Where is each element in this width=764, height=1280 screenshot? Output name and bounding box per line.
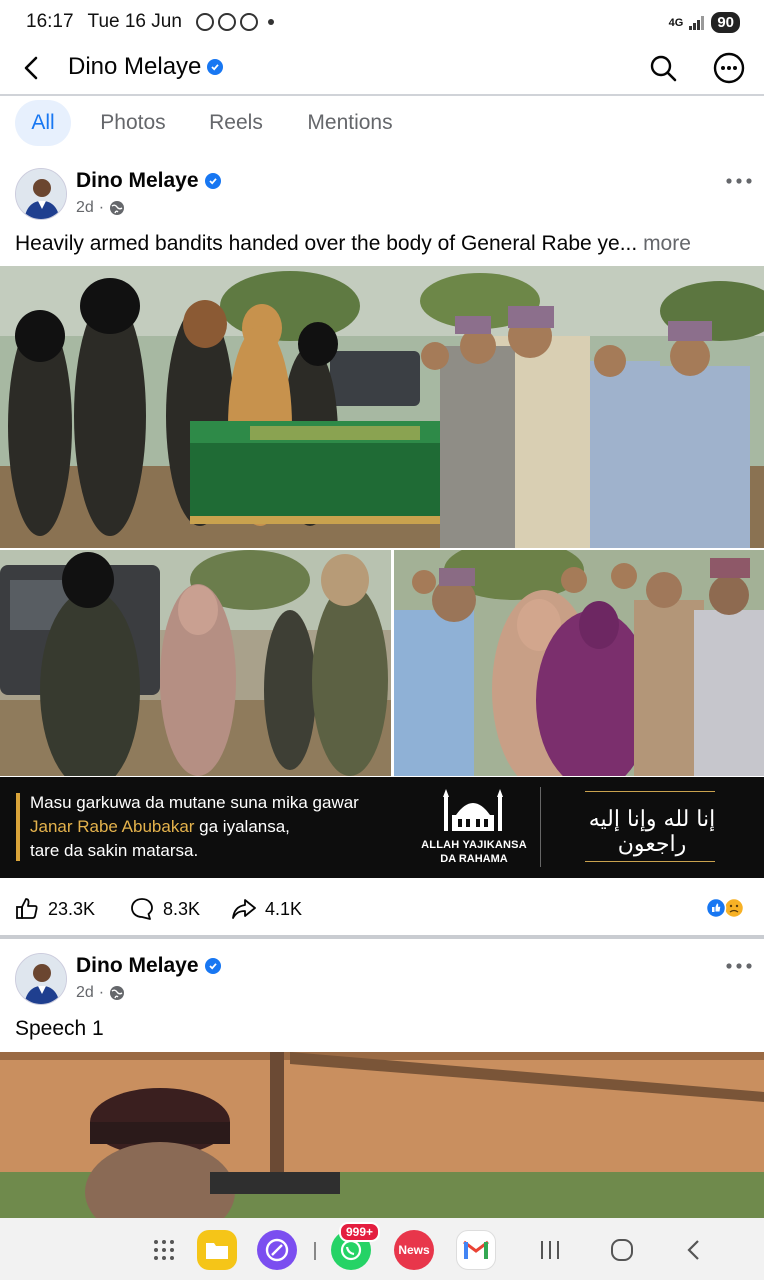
post-options-icon[interactable]: [724, 176, 754, 186]
files-app-icon[interactable]: [197, 1230, 237, 1270]
more-options-icon[interactable]: [713, 52, 745, 84]
news-app-label: News: [398, 1243, 430, 1257]
verified-badge-icon: [207, 59, 224, 75]
post-video[interactable]: [0, 1052, 764, 1218]
back-arrow-icon[interactable]: [18, 54, 46, 82]
comment-count: 8.3K: [163, 898, 201, 919]
network-type: 4G: [668, 16, 684, 29]
filter-tabs: All Photos Reels Mentions: [0, 96, 764, 154]
post-text: Speech 1: [15, 1017, 104, 1040]
chrome-notification-icon: [239, 13, 258, 31]
banner-ornament-top: [585, 791, 715, 794]
nav-divider: [314, 1242, 316, 1260]
news-app-icon[interactable]: News: [394, 1230, 434, 1270]
banner-accent-bar: [16, 793, 20, 861]
comment-button[interactable]: 8.3K: [129, 896, 200, 922]
post-photo-left[interactable]: [0, 550, 391, 776]
post-author[interactable]: Dino Melaye: [76, 169, 221, 193]
author-avatar[interactable]: [15, 953, 67, 1005]
whatsapp-business-notification-icon: [217, 13, 236, 31]
post-time[interactable]: 2d: [76, 199, 94, 217]
see-more-link[interactable]: more: [643, 232, 691, 255]
post-photo-right[interactable]: [394, 550, 764, 776]
comment-icon: [131, 898, 153, 920]
internet-browser-icon[interactable]: [257, 1230, 297, 1270]
post-caption: Heavily armed bandits handed over the bo…: [15, 232, 638, 255]
verified-badge-icon: [204, 173, 221, 189]
whatsapp-notification-icon: [195, 13, 214, 31]
banner-caption-1: ALLAH YAJIKANSA: [421, 839, 527, 851]
notification-icons: [195, 13, 274, 31]
like-count: 23.3K: [48, 898, 96, 919]
signal-icon: [689, 15, 705, 30]
system-nav-bar: 999+ News: [0, 1218, 764, 1280]
banner-arabic-text: إنا لله وإنا إليه راجعون: [588, 807, 716, 857]
like-button[interactable]: 23.3K: [14, 896, 95, 922]
verified-badge-icon: [204, 958, 221, 974]
share-icon: [232, 899, 256, 919]
banner-line-1: Masu garkuwa da mutane suna mika gawar: [30, 793, 359, 812]
share-button[interactable]: 4.1K: [231, 896, 302, 922]
tab-reels[interactable]: Reels: [200, 100, 272, 146]
banner-ornament-bottom: [585, 861, 715, 864]
post-options-icon[interactable]: [724, 961, 754, 971]
status-time: 16:17: [26, 11, 74, 32]
home-icon[interactable]: [610, 1238, 634, 1262]
back-nav-icon[interactable]: [684, 1238, 704, 1262]
post-header: Dino Melaye 2d ·: [0, 168, 764, 238]
banner-caption-2: DA RAHAMA: [440, 853, 508, 865]
post-header: Dino Melaye 2d ·: [0, 953, 764, 1023]
more-notifications-dot: [267, 19, 274, 25]
status-bar: 16:17 Tue 16 Jun 4G 90: [0, 0, 764, 44]
thumbs-up-icon: [16, 898, 38, 919]
page-top-bar: Dino Melaye: [0, 44, 764, 94]
tab-all[interactable]: All: [15, 100, 71, 146]
page-title: Dino Melaye: [68, 53, 224, 81]
post-author[interactable]: Dino Melaye: [76, 954, 221, 978]
banner-divider: [540, 787, 541, 867]
banner-line-2-rest: ga iyalansa,: [194, 817, 290, 836]
app-drawer-icon[interactable]: [152, 1238, 176, 1262]
post-separator: [0, 935, 764, 939]
whatsapp-badge: 999+: [339, 1222, 381, 1242]
post-meta: 2d ·: [76, 984, 125, 1002]
mosque-icon: [443, 789, 503, 831]
banner-line-2: Janar Rabe Abubakar ga iyalansa,: [30, 817, 290, 837]
status-right: 4G 90: [669, 12, 740, 33]
public-globe-icon: [110, 986, 125, 1000]
banner-highlight: Janar Rabe Abubakar: [30, 817, 195, 836]
post-text: Heavily armed bandits handed over the bo…: [15, 232, 691, 256]
battery-indicator: 90: [711, 12, 740, 33]
post-photo-main[interactable]: [0, 266, 764, 548]
tab-mentions[interactable]: Mentions: [296, 100, 404, 146]
gmail-app-icon[interactable]: [456, 1230, 496, 1270]
post-author-name[interactable]: Dino Melaye: [76, 169, 199, 193]
search-icon[interactable]: [648, 53, 678, 83]
post-meta: 2d ·: [76, 199, 125, 217]
author-avatar[interactable]: [15, 168, 67, 220]
status-date: Tue 16 Jun: [87, 11, 182, 32]
post-reactions-bar: 23.3K 8.3K 4.1K: [0, 880, 764, 936]
recent-apps-icon[interactable]: [538, 1239, 562, 1261]
reaction-emojis-icon[interactable]: [704, 897, 748, 919]
page-title-text: Dino Melaye: [68, 53, 202, 80]
banner-line-3: tare da sakin matarsa.: [30, 841, 199, 860]
tab-photos[interactable]: Photos: [90, 100, 176, 146]
post-banner: Masu garkuwa da mutane suna mika gawar J…: [0, 777, 764, 878]
share-count: 4.1K: [265, 898, 303, 919]
post-author-name[interactable]: Dino Melaye: [76, 954, 199, 978]
post-time[interactable]: 2d: [76, 984, 94, 1002]
public-globe-icon: [110, 201, 125, 215]
